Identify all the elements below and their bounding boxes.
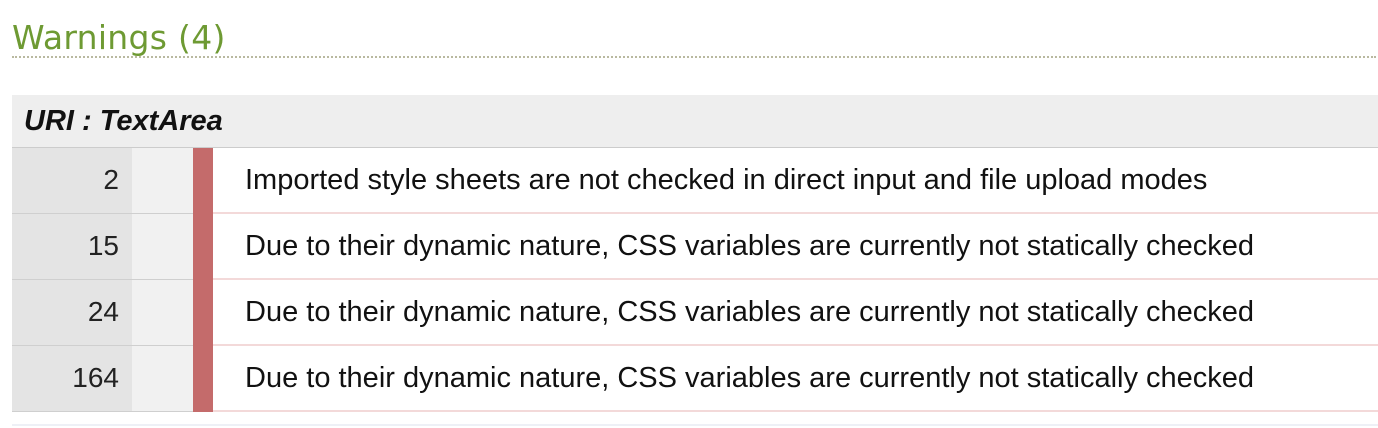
table-row: 2 Imported style sheets are not checked …: [12, 147, 1378, 214]
warning-message: Due to their dynamic nature, CSS variabl…: [213, 345, 1378, 412]
table-row: 164 Due to their dynamic nature, CSS var…: [12, 345, 1378, 412]
warnings-heading: Warnings (4): [12, 18, 1376, 58]
line-number: 24: [12, 279, 132, 346]
warnings-title: Warnings (4): [12, 18, 226, 57]
uri-label: URI : TextArea: [24, 105, 223, 137]
line-number: 15: [12, 213, 132, 280]
level-cell: [132, 279, 193, 346]
line-number: 164: [12, 345, 132, 412]
table-row: 15 Due to their dynamic nature, CSS vari…: [12, 213, 1378, 280]
divider: [12, 424, 1378, 426]
uri-header: URI : TextArea: [12, 95, 1378, 147]
warning-marker: [193, 147, 213, 214]
level-cell: [132, 345, 193, 412]
warnings-results: URI : TextArea 2 Imported style sheets a…: [12, 95, 1378, 412]
table-row: 24 Due to their dynamic nature, CSS vari…: [12, 279, 1378, 346]
warning-marker: [193, 213, 213, 280]
level-cell: [132, 147, 193, 214]
warning-message: Due to their dynamic nature, CSS variabl…: [213, 279, 1378, 346]
level-cell: [132, 213, 193, 280]
warnings-table: 2 Imported style sheets are not checked …: [12, 147, 1378, 412]
warning-message: Due to their dynamic nature, CSS variabl…: [213, 213, 1378, 280]
line-number: 2: [12, 147, 132, 214]
validator-results-page: Warnings (4) URI : TextArea 2 Imported s…: [0, 0, 1378, 428]
warning-marker: [193, 279, 213, 346]
warning-message: Imported style sheets are not checked in…: [213, 147, 1378, 214]
warning-marker: [193, 345, 213, 412]
